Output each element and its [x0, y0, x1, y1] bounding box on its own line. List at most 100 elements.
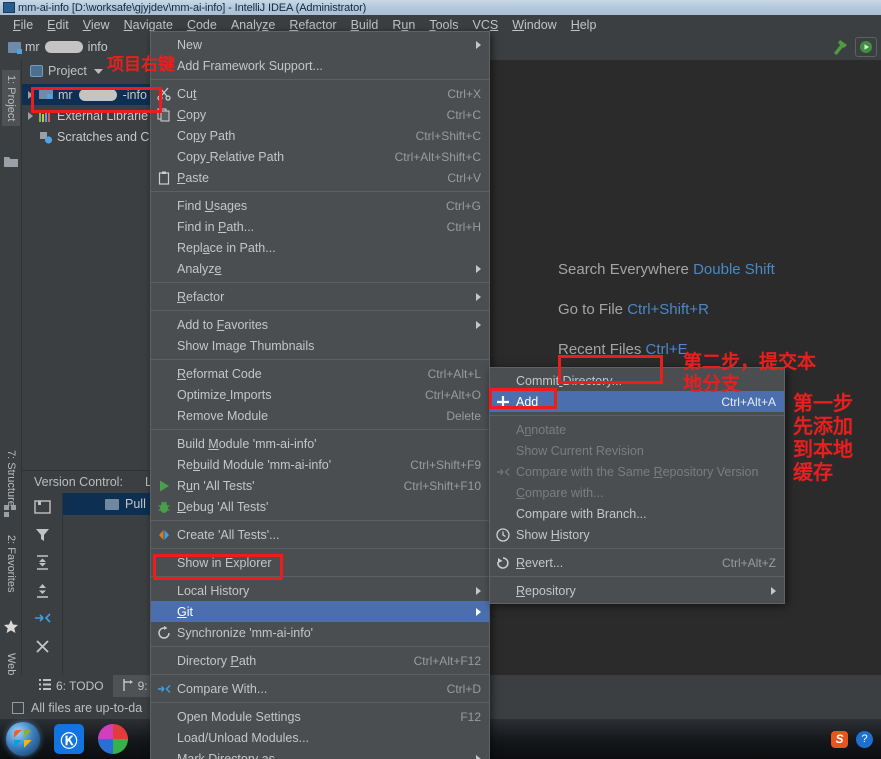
tree-node-module-label: mr: [58, 87, 73, 102]
git-menu-item-compare-with-branch[interactable]: Compare with Branch...: [490, 503, 784, 524]
context-menu-item-create-all-tests[interactable]: Create 'All Tests'...: [151, 524, 489, 545]
menu-help[interactable]: Help: [564, 18, 604, 32]
tip-recent-files: Recent Files Ctrl+E: [558, 341, 688, 358]
project-context-menu[interactable]: New Add Framework Support... Cut Ctrl+X Copy…: [150, 31, 490, 759]
context-menu-item-reformat-code[interactable]: Reformat Code Ctrl+Alt+L: [151, 363, 489, 384]
tip-search-everywhere: Search Everywhere Double Shift: [558, 261, 775, 278]
sidebar-tab-favorites[interactable]: 2: Favorites: [2, 530, 20, 597]
tool-button-todo[interactable]: 6: TODO: [30, 675, 113, 697]
start-orb-icon[interactable]: [6, 722, 40, 756]
menu-navigate[interactable]: Navigate: [117, 18, 180, 32]
context-menu-item-copy-relative-path[interactable]: Copy Relative Path Ctrl+Alt+Shift+C: [151, 146, 489, 167]
menu-refactor[interactable]: Refactor: [282, 18, 343, 32]
intellij-idea-window: mm-ai-info [D:\worksafe\gjyjdev\mm-ai-in…: [0, 0, 881, 759]
menu-code[interactable]: Code: [180, 18, 224, 32]
menu-vcs[interactable]: VCS: [466, 18, 506, 32]
sogou-icon[interactable]: S: [831, 730, 848, 748]
context-menu-item-directory-path[interactable]: Directory Path Ctrl+Alt+F12: [151, 650, 489, 671]
context-menu-item-mark-directory-as[interactable]: Mark Directory as: [151, 748, 489, 759]
menu-view[interactable]: View: [76, 18, 117, 32]
expand-arrow-icon[interactable]: [28, 90, 33, 99]
context-menu-label: Run 'All Tests': [177, 478, 255, 493]
filter-icon[interactable]: [34, 527, 51, 542]
redaction-block: [78, 88, 117, 101]
tip-label: Recent Files: [558, 341, 642, 358]
context-menu-label: Find Usages: [177, 198, 248, 213]
context-menu-item-git[interactable]: Git: [151, 601, 489, 622]
context-menu-item-load-unload-modules[interactable]: Load/Unload Modules...: [151, 727, 489, 748]
close-icon[interactable]: [34, 639, 51, 654]
context-menu-item-cut[interactable]: Cut Ctrl+X: [151, 83, 489, 104]
context-menu-item-local-history[interactable]: Local History: [151, 580, 489, 601]
context-menu-item-remove-module[interactable]: Remove Module Delete: [151, 405, 489, 426]
git-menu-label: Compare with Branch...: [516, 506, 647, 521]
qq-icon[interactable]: ?: [856, 730, 873, 748]
context-menu-item-optimize-imports[interactable]: Optimize Imports Ctrl+Alt+O: [151, 384, 489, 405]
compare-icon: [490, 465, 516, 479]
context-menu-item-find-in-path[interactable]: Find in Path... Ctrl+H: [151, 216, 489, 237]
context-menu-item-show-image-thumbnails[interactable]: Show Image Thumbnails: [151, 335, 489, 356]
context-menu-item-rebuild-module-mm-ai-info[interactable]: Rebuild Module 'mm-ai-info' Ctrl+Shift+F9: [151, 454, 489, 475]
context-menu-item-paste[interactable]: Paste Ctrl+V: [151, 167, 489, 188]
branch-icon: [122, 678, 133, 694]
expand-arrow-icon[interactable]: [28, 111, 33, 120]
chevron-down-icon[interactable]: [93, 64, 103, 78]
context-menu-item-run-all-tests[interactable]: Run 'All Tests' Ctrl+Shift+F10: [151, 475, 489, 496]
collapse-all-icon[interactable]: [34, 583, 51, 598]
breadcrumb[interactable]: mr info: [0, 40, 108, 54]
context-menu-item-add-to-favorites[interactable]: Add to Favorites: [151, 314, 489, 335]
window-icon[interactable]: [12, 702, 24, 714]
context-menu-item-replace-in-path[interactable]: Replace in Path...: [151, 237, 489, 258]
context-menu-item-debug-all-tests[interactable]: Debug 'All Tests': [151, 496, 489, 517]
git-menu-item-show-history[interactable]: Show History: [490, 524, 784, 545]
sidebar-tab-structure[interactable]: 7: Structure: [2, 445, 20, 512]
status-bar-message: All files are up-to-da: [31, 701, 143, 715]
hammer-icon[interactable]: [829, 37, 851, 57]
context-menu-item-open-module-settings[interactable]: Open Module Settings F12: [151, 706, 489, 727]
context-menu-item-show-in-explorer[interactable]: Show in Explorer: [151, 552, 489, 573]
submenu-arrow-icon: [476, 264, 481, 273]
context-menu-item-analyze[interactable]: Analyze: [151, 258, 489, 279]
context-menu-label: Directory Path: [177, 653, 257, 668]
sidebar-tab-project[interactable]: 1: Project: [2, 70, 20, 127]
menu-file[interactable]: File: [6, 18, 40, 32]
context-menu-item-copy-path[interactable]: Copy Path Ctrl+Shift+C: [151, 125, 489, 146]
submenu-arrow-icon: [476, 754, 481, 759]
menu-run[interactable]: Run: [385, 18, 422, 32]
expand-all-icon[interactable]: [34, 555, 51, 570]
tip-label: Search Everywhere: [558, 261, 689, 278]
breadcrumb-prefix: mr: [25, 40, 40, 54]
context-menu-item-synchronize-mm-ai-info[interactable]: Synchronize 'mm-ai-info': [151, 622, 489, 643]
context-menu-label: Replace in Path...: [177, 240, 276, 255]
module-folder-icon: [39, 87, 53, 102]
menu-separator: [151, 79, 489, 80]
libraries-icon: [39, 109, 52, 122]
git-menu-item-revert[interactable]: Revert... Ctrl+Alt+Z: [490, 552, 784, 573]
run-icon[interactable]: [855, 37, 877, 57]
context-menu-label: Mark Directory as: [177, 751, 275, 759]
menu-edit[interactable]: Edit: [40, 18, 76, 32]
run-green-icon: [151, 479, 177, 493]
version-control-toolbar: [22, 493, 62, 676]
menu-window[interactable]: Window: [505, 18, 563, 32]
context-menu-item-find-usages[interactable]: Find Usages Ctrl+G: [151, 195, 489, 216]
context-menu-item-new[interactable]: New: [151, 34, 489, 55]
menu-separator: [151, 702, 489, 703]
context-menu-item-copy[interactable]: Copy Ctrl+C: [151, 104, 489, 125]
compare-icon[interactable]: [34, 611, 51, 626]
menu-build[interactable]: Build: [344, 18, 386, 32]
folder-icon[interactable]: [33, 499, 51, 514]
git-submenu[interactable]: Commit Directory... Add Ctrl+Alt+A Annotate…: [489, 367, 785, 604]
menu-tools[interactable]: Tools: [422, 18, 465, 32]
project-icon: [30, 65, 43, 77]
context-menu-item-add-framework-support[interactable]: Add Framework Support...: [151, 55, 489, 76]
context-menu-item-refactor[interactable]: Refactor: [151, 286, 489, 307]
git-menu-item-repository[interactable]: Repository: [490, 580, 784, 601]
context-menu-label: Show in Explorer: [177, 555, 272, 570]
context-menu-item-compare-with[interactable]: Compare With... Ctrl+D: [151, 678, 489, 699]
color-wheel-icon[interactable]: [98, 724, 128, 754]
context-menu-item-build-module-mm-ai-info[interactable]: Build Module 'mm-ai-info': [151, 433, 489, 454]
git-menu-label: Revert...: [516, 555, 564, 570]
kingsoft-icon[interactable]: Ⓚ: [54, 724, 84, 754]
menu-analyze[interactable]: Analyze: [224, 18, 282, 32]
